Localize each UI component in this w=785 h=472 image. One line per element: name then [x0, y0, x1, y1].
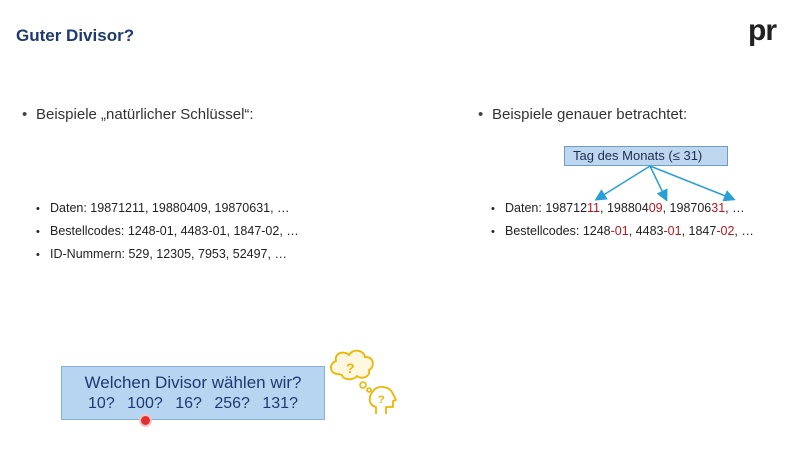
laser-pointer-icon: [139, 414, 152, 427]
code-suffix-highlight: -02: [716, 224, 735, 238]
codes-prefix: Bestellcodes:: [505, 224, 583, 238]
dates-suffix: , …: [725, 201, 745, 215]
code-suffix-highlight: -01: [610, 224, 629, 238]
date-day-highlight: 31: [711, 201, 726, 215]
question-line1: Welchen Divisor wählen wir?: [84, 373, 302, 392]
question-box: Welchen Divisor wählen wir? 10? 100? 16?…: [61, 366, 325, 420]
codes-suffix: , …: [734, 224, 754, 238]
dates-prefix: Daten:: [505, 201, 546, 215]
question-line2: 10? 100? 16? 256? 131?: [88, 395, 298, 412]
arrow-to-date1: [594, 165, 651, 201]
code-value: 1847: [688, 224, 717, 238]
code-suffix-highlight: -01: [663, 224, 682, 238]
right-examples-list: • Daten: 19871211, 19880409, 19870631, … …: [491, 201, 754, 247]
date-value: 198712: [545, 201, 588, 215]
thinking-head-icon: ? ?: [330, 349, 397, 414]
date-day-highlight: 09: [648, 201, 663, 215]
list-item-codes: • Bestellcodes: 1248-01, 4483-01, 1847-02…: [491, 224, 754, 238]
date-value: 198706: [669, 201, 712, 215]
date-value: 198804: [606, 201, 649, 215]
bullet-icon: •: [491, 226, 495, 238]
svg-text:?: ?: [346, 360, 355, 376]
code-value: 4483: [635, 224, 664, 238]
arrow-to-date3: [649, 165, 736, 202]
date-day-highlight: 11: [587, 201, 601, 215]
svg-text:?: ?: [378, 394, 385, 406]
bullet-icon: •: [491, 203, 495, 215]
list-item-dates: • Daten: 19871211, 19880409, 19870631, …: [491, 201, 745, 215]
code-value: 1248: [582, 224, 611, 238]
